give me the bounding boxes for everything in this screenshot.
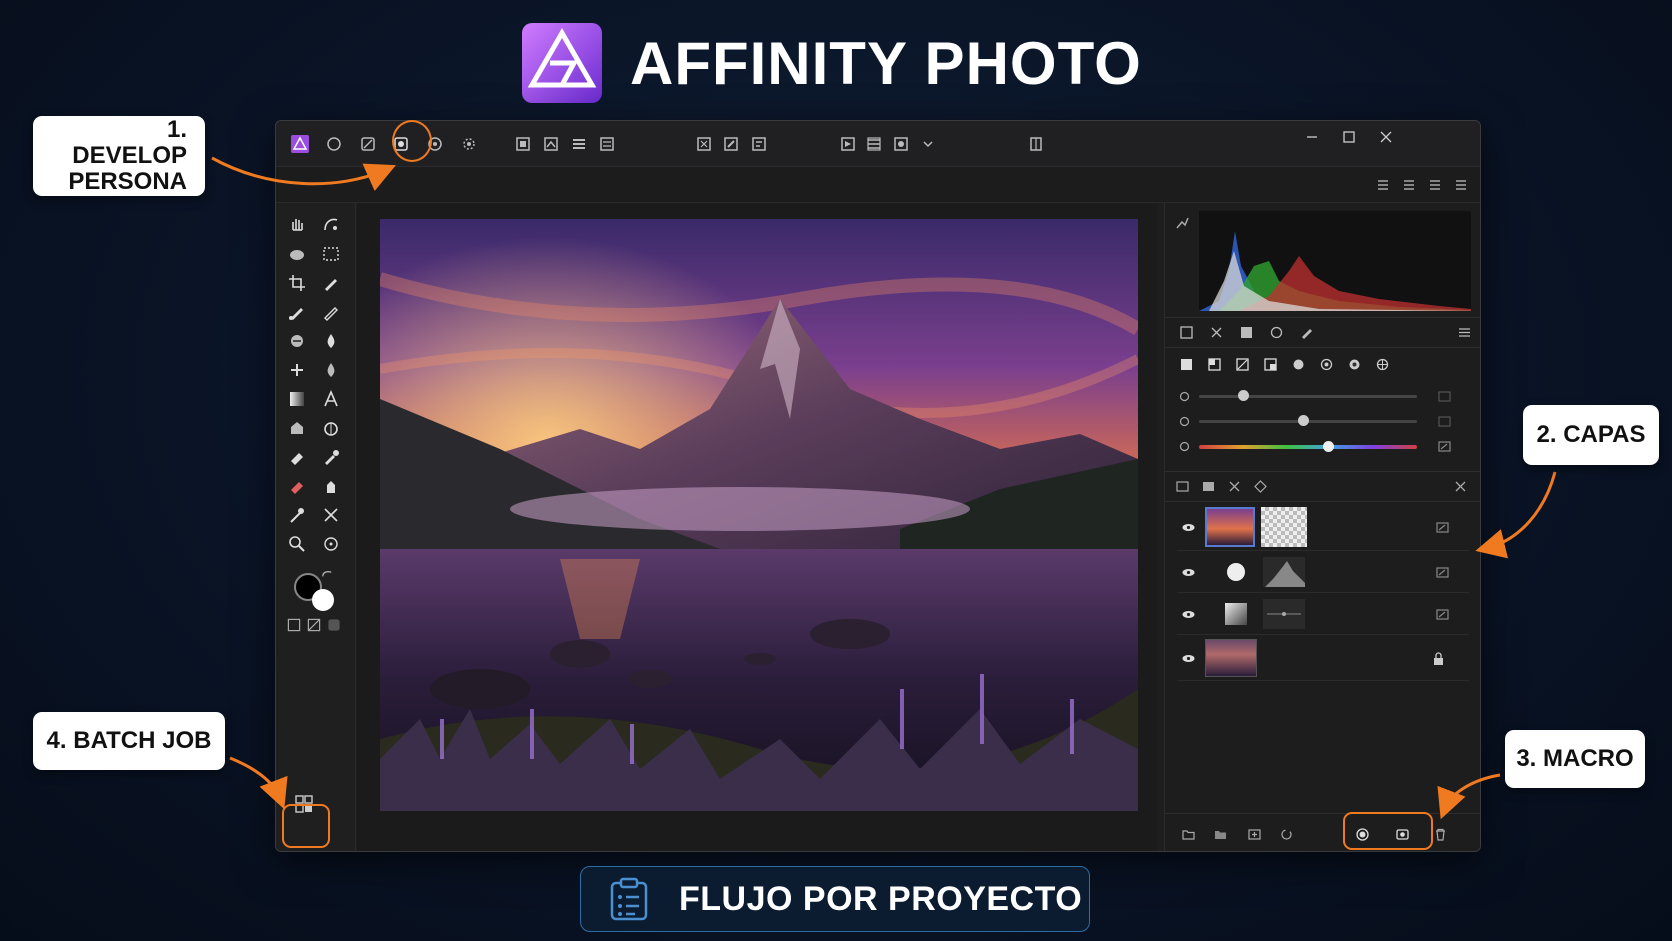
callout-capas: 2. CAPAS — [1523, 405, 1659, 465]
callout-arrows — [211, 156, 1557, 820]
callout-batch-job: 4. BATCH JOB — [33, 712, 225, 770]
flujo-banner: FLUJO POR PROYECTO — [580, 866, 1090, 932]
flujo-label: FLUJO POR PROYECTO — [679, 879, 1083, 918]
clipboard-icon — [610, 877, 648, 921]
callout-develop-persona: 1. DEVELOP PERSONA — [33, 116, 205, 196]
callout-macro: 3. MACRO — [1505, 730, 1645, 788]
